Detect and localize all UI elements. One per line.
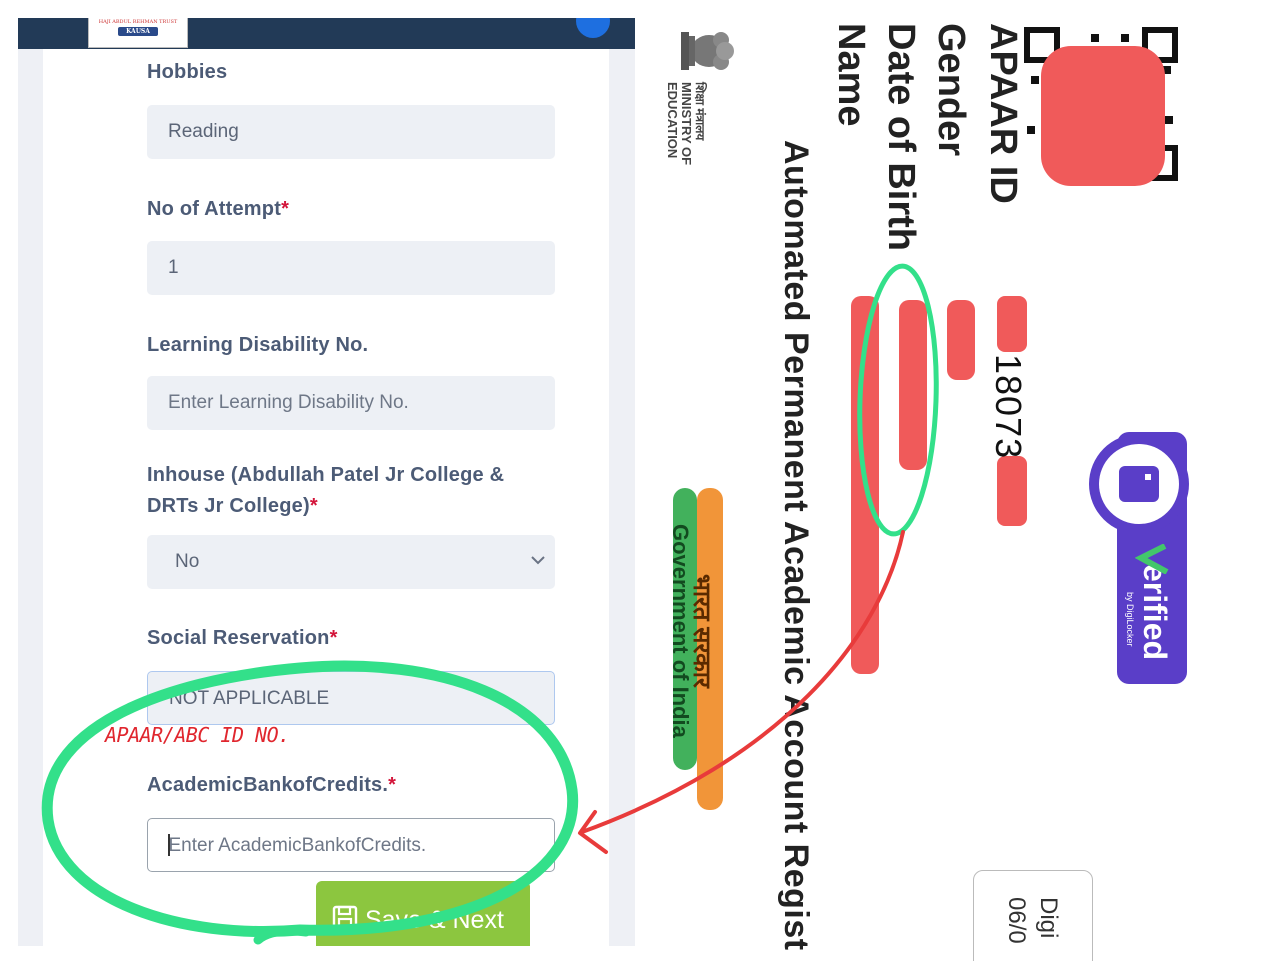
annotation-overlay	[41, 263, 939, 945]
highlight-ellipse-apaar-id	[857, 263, 939, 537]
highlight-ellipse-tail	[253, 926, 311, 945]
arrow-line	[580, 530, 905, 834]
highlight-ellipse-form	[41, 660, 579, 938]
